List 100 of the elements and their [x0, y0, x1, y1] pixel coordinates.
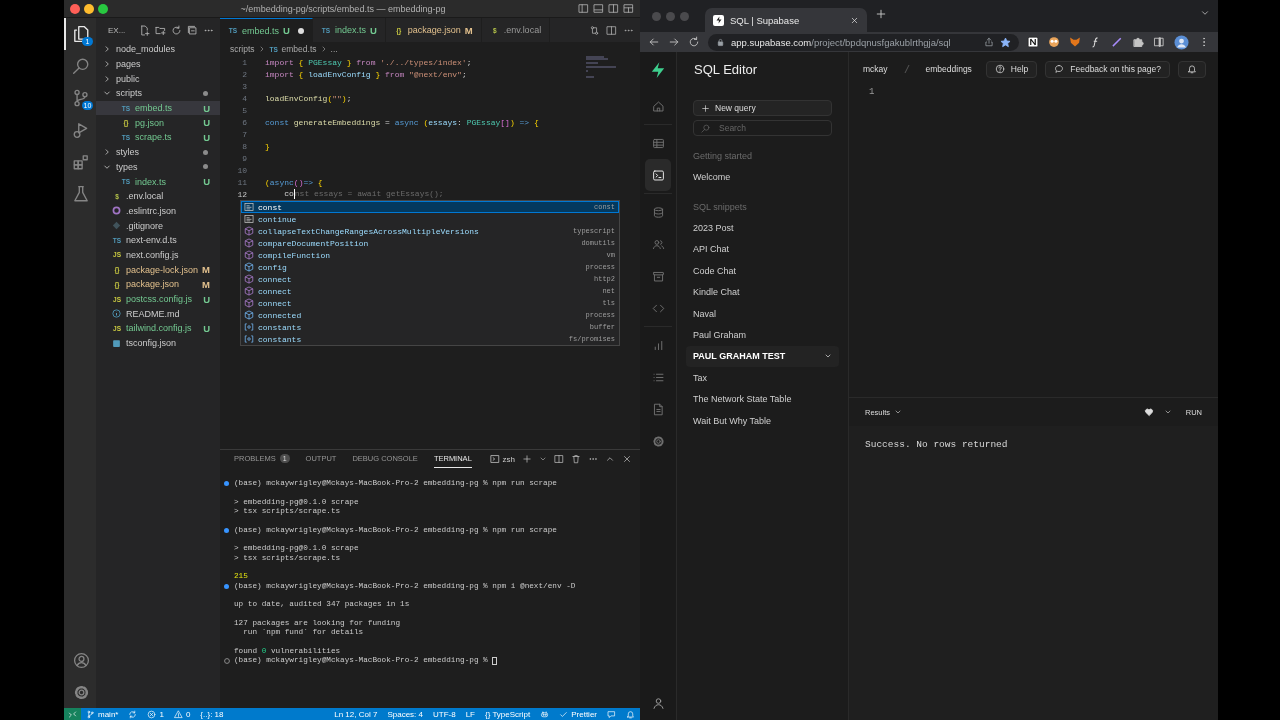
new-query-button[interactable]: New query [693, 100, 832, 116]
avatar-icon[interactable] [1174, 34, 1189, 50]
split-icon[interactable] [554, 454, 564, 464]
star-icon[interactable] [1000, 36, 1011, 48]
snippet-item[interactable]: Paul Graham [686, 324, 839, 346]
status-item[interactable]: LF [460, 708, 480, 720]
keyword-icon [244, 214, 254, 224]
files-icon [72, 25, 90, 43]
extension-icon[interactable] [1048, 36, 1060, 48]
refresh-icon[interactable] [171, 24, 182, 36]
snippet-item[interactable]: 2023 Post [686, 217, 839, 239]
copilot-icon [540, 709, 550, 719]
section-heading: Getting started [693, 149, 754, 163]
split-editor-icon[interactable] [606, 24, 617, 36]
breadcrumb-item[interactable]: scripts [230, 44, 255, 54]
status-item[interactable]: UTF-8 [427, 708, 461, 720]
plus-icon[interactable] [522, 454, 532, 464]
folder-item[interactable]: styles [96, 144, 220, 160]
snippet-item[interactable]: PAUL GRAHAM TEST [686, 345, 839, 368]
heart-icon[interactable] [1143, 407, 1154, 417]
extension-icon[interactable] [1027, 36, 1039, 48]
file-item[interactable]: .gitignore [96, 218, 220, 233]
status-item[interactable]: Spaces: 4 [382, 708, 428, 720]
layout-icon[interactable] [623, 3, 634, 14]
file-item[interactable]: tsconfig.json [96, 335, 220, 351]
folder-item[interactable]: public [96, 71, 220, 87]
folder-item[interactable]: node_modules [96, 42, 220, 57]
compare-icon[interactable] [589, 24, 600, 36]
fox-icon[interactable] [1069, 36, 1081, 48]
feedback-button[interactable]: Feedback on this page? [1045, 60, 1170, 78]
suggestion-item[interactable]: continue [241, 213, 619, 225]
status-item[interactable]: {} TypeScript [480, 708, 536, 720]
pen-icon[interactable] [1111, 36, 1123, 48]
snippet-item[interactable]: API Chat [686, 238, 839, 261]
nav-button[interactable] [645, 159, 671, 191]
search-field[interactable]: Search [693, 120, 832, 136]
file-item[interactable]: README.md [96, 306, 220, 322]
collapse-icon[interactable] [187, 24, 198, 36]
zoom-button[interactable] [98, 3, 108, 14]
folder-item[interactable]: types [96, 159, 220, 175]
remote-icon [68, 709, 77, 719]
status-item[interactable]: 0 [168, 708, 196, 720]
panel-bottom-icon[interactable] [593, 3, 604, 14]
snippet-item[interactable]: Tax [686, 367, 839, 389]
status-item[interactable]: 1 [142, 708, 169, 720]
breadcrumb-item[interactable]: embeddings [925, 64, 972, 74]
snippet-item[interactable]: Naval [686, 302, 839, 325]
snippet-item[interactable]: Kindle Chat [686, 281, 839, 303]
split-icon[interactable] [608, 3, 619, 14]
cube-icon [244, 250, 254, 260]
share-icon[interactable] [984, 37, 994, 47]
page-title: SQL Editor [693, 60, 759, 79]
close-button[interactable] [70, 3, 80, 14]
close-icon[interactable] [850, 15, 859, 25]
breadcrumb-item[interactable]: ... [330, 44, 338, 54]
status-item[interactable]: {..}: 18 [195, 708, 229, 720]
panel-left-icon[interactable] [578, 3, 589, 14]
chevron-down-icon[interactable] [1200, 8, 1210, 18]
command-dot [224, 527, 229, 533]
new-folder-icon[interactable] [155, 24, 166, 36]
git-status: M [202, 278, 210, 290]
back-icon[interactable] [648, 36, 660, 48]
favicon-icon [713, 14, 724, 26]
trash-icon[interactable] [571, 454, 581, 464]
status-item[interactable]: Prettier [554, 708, 602, 720]
code-line: (async()=> { [265, 177, 323, 187]
close-icon[interactable] [622, 454, 632, 464]
code-line: import { loadEnvConfig } from "@next/env"; [265, 69, 467, 79]
snippet-item[interactable]: Wait But Why Table [686, 409, 839, 432]
cube-icon [244, 274, 254, 284]
breadcrumb-item[interactable]: embed.ts [281, 44, 317, 54]
help-button[interactable]: Help [985, 60, 1038, 78]
variable-icon [244, 322, 254, 332]
status-item[interactable]: main* [81, 708, 124, 720]
extensions-icon [72, 153, 90, 171]
help-icon [994, 64, 1005, 74]
chevron-up-icon[interactable] [605, 454, 615, 464]
puzzle-icon[interactable] [1132, 36, 1144, 48]
logo-icon[interactable] [649, 61, 667, 79]
snippet-item[interactable]: Code Chat [686, 260, 839, 282]
chevron-down-icon[interactable] [539, 455, 547, 463]
snippet-item[interactable]: The Network State Table [686, 388, 839, 410]
snippet-item[interactable]: Welcome [686, 166, 839, 188]
browser-tab[interactable]: SQL | Supabase [705, 8, 867, 32]
minimize-button[interactable] [84, 3, 94, 14]
side-panel-icon[interactable] [1153, 36, 1165, 48]
reload-icon[interactable] [688, 36, 700, 48]
chevron-down-icon[interactable] [1163, 408, 1172, 416]
plus-icon[interactable] [875, 8, 887, 20]
file-item[interactable]: .eslintrc.json [96, 203, 220, 219]
folder-item[interactable]: scripts [96, 86, 220, 101]
forward-icon[interactable] [668, 36, 680, 48]
folder-item[interactable]: pages [96, 56, 220, 72]
address-bar[interactable]: app.supabase.com/project/bpdqnusfgakublrthgja/sql [708, 33, 1019, 51]
terminal-icon [651, 168, 665, 182]
new-file-icon[interactable] [139, 24, 150, 36]
breadcrumb-item[interactable]: mckay [863, 64, 888, 74]
notifications-button[interactable] [1178, 60, 1206, 78]
terminal-selector[interactable]: zsh [489, 454, 515, 464]
status-item[interactable]: Ln 12, Col 7 [329, 708, 383, 720]
